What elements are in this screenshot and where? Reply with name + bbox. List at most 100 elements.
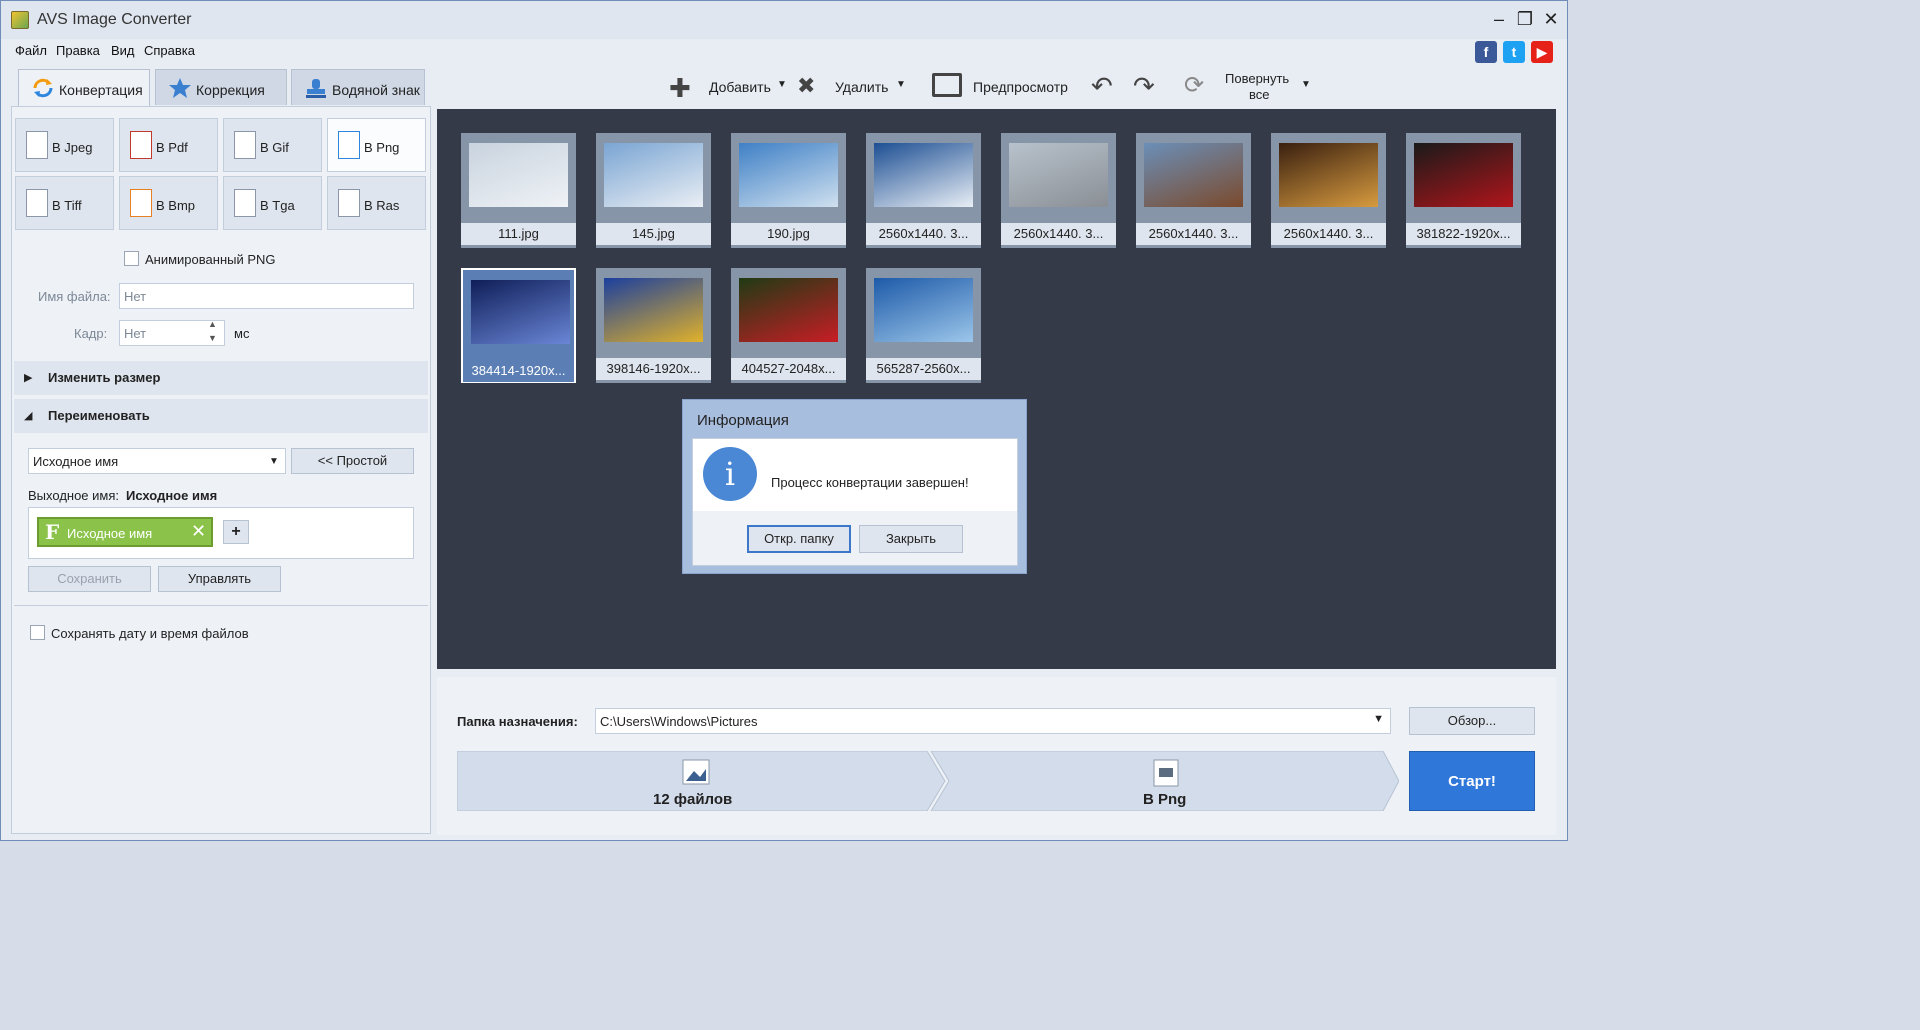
delete-button[interactable]: Удалить (835, 79, 888, 95)
animated-png-label: Анимированный PNG (145, 252, 276, 267)
twitter-icon[interactable]: t (1503, 41, 1525, 63)
format-label: В Pdf (156, 140, 188, 155)
collapse-arrow-icon: ◢ (24, 410, 33, 422)
conversion-flow (457, 751, 1399, 811)
image-thumbnail[interactable]: 381822-1920x... (1406, 133, 1521, 248)
rotate-dropdown-icon[interactable]: ▼ (1301, 79, 1311, 90)
image-thumbnail[interactable]: 2560x1440. 3... (1001, 133, 1116, 248)
rotate-all-icon[interactable]: ⟳ (1184, 71, 1204, 100)
manage-button[interactable]: Управлять (158, 566, 281, 592)
target-format-icon (1153, 759, 1179, 787)
filename-input[interactable]: Нет (119, 283, 414, 309)
image-thumbnail[interactable]: 145.jpg (596, 133, 711, 248)
open-folder-button[interactable]: Откр. папку (747, 525, 851, 553)
close-icon[interactable]: ✕ (1539, 7, 1563, 31)
preview-icon[interactable] (932, 73, 962, 97)
rotate-left-icon[interactable]: ↶ (1091, 71, 1113, 102)
filename-label: Имя файла: (38, 289, 111, 304)
destination-path: C:\Users\Windows\Pictures (600, 714, 758, 729)
restore-icon[interactable]: ❐ (1513, 7, 1537, 31)
ras-file-icon (338, 189, 360, 217)
format-label: В Tiff (52, 198, 82, 213)
destination-input[interactable]: C:\Users\Windows\Pictures ▼ (595, 708, 1391, 734)
rotate-all-line1[interactable]: Повернуть (1225, 71, 1289, 86)
format-png-button[interactable]: В Png (327, 118, 426, 172)
image-thumbnail[interactable]: 111.jpg (461, 133, 576, 248)
rename-mode-select[interactable]: Исходное имя (28, 448, 286, 474)
tab-conversion[interactable]: Конвертация (18, 69, 150, 107)
browse-button[interactable]: Обзор... (1409, 707, 1535, 735)
keep-date-checkbox[interactable] (30, 625, 45, 640)
format-jpeg-button[interactable]: В Jpeg (15, 118, 114, 172)
format-pdf-button[interactable]: В Pdf (119, 118, 218, 172)
menu-help[interactable]: Справка (144, 43, 195, 58)
image-thumbnail[interactable]: 2560x1440. 3... (1271, 133, 1386, 248)
image-thumbnail[interactable]: 2560x1440. 3... (1136, 133, 1251, 248)
tab-correction[interactable]: Коррекция (155, 69, 287, 105)
source-images-icon (682, 759, 710, 785)
add-button[interactable]: Добавить (709, 79, 771, 95)
format-bmp-button[interactable]: В Bmp (119, 176, 218, 230)
thumbnail-image (874, 278, 973, 342)
resize-section-header[interactable]: ▶ Изменить размер (14, 361, 428, 395)
format-gif-button[interactable]: В Gif (223, 118, 322, 172)
frame-down-icon[interactable]: ▼ (208, 333, 217, 343)
thumbnail-image (471, 280, 570, 344)
bmp-file-icon (130, 189, 152, 217)
menu-edit[interactable]: Правка (56, 43, 100, 58)
delete-dropdown-icon[interactable]: ▼ (896, 79, 906, 90)
preview-button[interactable]: Предпросмотр (973, 79, 1068, 95)
rotate-all-line2[interactable]: все (1249, 87, 1270, 102)
tab-watermark[interactable]: Водяной знак (291, 69, 425, 105)
tab-label: Коррекция (196, 82, 265, 98)
thumbnail-caption: 190.jpg (731, 223, 846, 245)
format-label: В Png (364, 140, 400, 155)
rename-mode-dropdown-icon[interactable]: ▼ (269, 456, 279, 467)
image-thumbnail[interactable]: 2560x1440. 3... (866, 133, 981, 248)
dialog-body: i Процесс конвертации завершен! Откр. па… (692, 438, 1018, 566)
image-thumbnail[interactable]: 190.jpg (731, 133, 846, 248)
rename-section-header[interactable]: ◢ Переименовать (14, 399, 428, 433)
simple-mode-button[interactable]: << Простой (291, 448, 414, 474)
add-dropdown-icon[interactable]: ▼ (777, 79, 787, 90)
image-thumbnail[interactable]: 398146-1920x... (596, 268, 711, 383)
image-thumbnail[interactable]: 384414-1920x... (461, 268, 576, 383)
rotate-right-icon[interactable]: ↷ (1133, 71, 1155, 102)
minimize-icon[interactable]: – (1487, 7, 1511, 31)
close-dialog-button[interactable]: Закрыть (859, 525, 963, 553)
convert-icon (33, 78, 53, 98)
format-tga-button[interactable]: В Tga (223, 176, 322, 230)
tab-label: Конвертация (59, 82, 143, 98)
thumbnail-caption: 381822-1920x... (1406, 223, 1521, 245)
save-button[interactable]: Сохранить (28, 566, 151, 592)
youtube-icon[interactable]: ▶ (1531, 41, 1553, 63)
name-token[interactable]: F Исходное имя ✕ (37, 517, 213, 547)
facebook-icon[interactable]: f (1475, 41, 1497, 63)
image-thumbnail[interactable]: 565287-2560x... (866, 268, 981, 383)
window-title: AVS Image Converter (37, 11, 192, 28)
destination-label: Папка назначения: (457, 714, 578, 729)
thumbnail-caption: 404527-2048x... (731, 358, 846, 380)
frame-label: Кадр: (74, 326, 108, 341)
add-token-button[interactable]: + (223, 520, 249, 544)
format-label: В Ras (364, 198, 400, 213)
frame-up-icon[interactable]: ▲ (208, 319, 217, 329)
token-letter: F (45, 520, 60, 544)
animated-png-checkbox[interactable] (124, 251, 139, 266)
remove-token-icon[interactable]: ✕ (191, 521, 206, 542)
thumbnail-image (1279, 143, 1378, 207)
name-template-box: F Исходное имя ✕ + (28, 507, 414, 559)
destination-dropdown-icon[interactable]: ▼ (1373, 713, 1384, 725)
title-bar: AVS Image Converter – ❐ ✕ (1, 1, 1567, 39)
format-ras-button[interactable]: В Ras (327, 176, 426, 230)
format-tiff-button[interactable]: В Tiff (15, 176, 114, 230)
add-icon[interactable]: ✚ (669, 73, 691, 104)
delete-icon[interactable]: ✖ (797, 73, 815, 99)
image-thumbnail[interactable]: 404527-2048x... (731, 268, 846, 383)
menu-view[interactable]: Вид (111, 43, 135, 58)
image-gallery[interactable]: 111.jpg 145.jpg 190.jpg 2560x1440. 3... 2560… (437, 109, 1556, 669)
pdf-file-icon (130, 131, 152, 159)
start-button[interactable]: Старт! (1409, 751, 1535, 811)
output-panel: Папка назначения: C:\Users\Windows\Pictu… (437, 677, 1556, 835)
menu-file[interactable]: Файл (15, 43, 47, 58)
